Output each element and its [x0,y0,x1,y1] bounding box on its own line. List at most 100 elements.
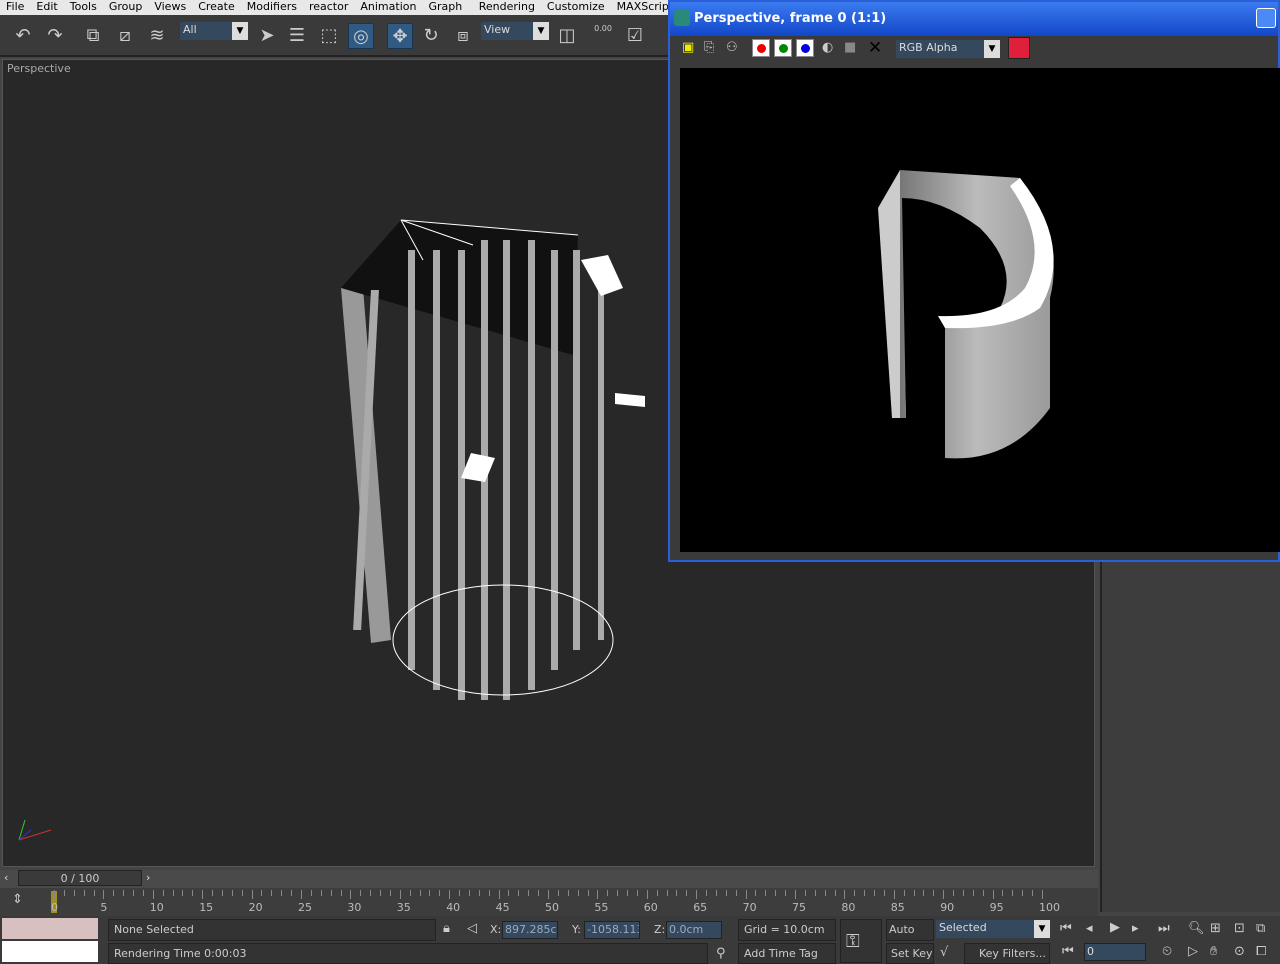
clear-icon[interactable]: ✕ [868,38,882,58]
tick-label: 50 [545,901,559,914]
menu-create[interactable]: Create [192,0,241,15]
key-filters-button[interactable]: Key Filters... [964,943,1050,964]
save-icon[interactable]: ▣ [682,40,694,55]
maximize-viewport-icon[interactable]: ⧠ [1256,944,1266,959]
region-select-icon[interactable]: ⬚ [316,23,342,49]
tick-mark [360,890,362,896]
spinner-snap-icon[interactable]: 0.00 [590,23,616,49]
monochrome-icon[interactable]: ■ [844,40,856,55]
command-panel[interactable] [1100,562,1280,912]
pan-icon[interactable]: ✋︎ [1210,944,1217,959]
tick-mark [271,890,273,896]
rotate-icon[interactable]: ↻ [418,23,444,49]
tick-mark [548,890,549,899]
tick-mark [755,890,757,896]
menu-views[interactable]: Views [148,0,192,15]
x-coordinate-field[interactable]: 897.285cm [502,921,558,939]
alpha-channel-icon[interactable]: ◐ [822,40,833,55]
tick-mark [93,890,95,896]
tick-label: 75 [792,901,806,914]
undo-icon[interactable]: ↶ [10,23,36,49]
red-channel-toggle[interactable] [752,39,770,57]
green-channel-toggle[interactable] [774,39,792,57]
zoom-icon[interactable]: 🔍︎ [1188,921,1205,936]
select-by-name-icon[interactable]: ☰ [284,23,310,49]
next-frame-icon[interactable]: ▸ [1132,921,1139,936]
menu-animation[interactable]: Animation [354,0,422,15]
tick-mark [301,890,302,899]
tick-mark [943,890,945,899]
key-tangent-icon[interactable]: √ [940,945,948,960]
key-mode-dropdown[interactable]: Selected ▼ [936,920,1050,938]
select-object-icon[interactable]: ➤ [254,23,280,49]
color-swatch[interactable] [1008,37,1030,59]
add-time-tag-button[interactable]: Add Time Tag [738,943,836,964]
menu-graph-editors[interactable]: Graph Editors [422,0,472,27]
orbit-icon[interactable]: ⊙ [1234,944,1245,959]
tick-mark [498,890,500,899]
redo-icon[interactable]: ↷ [42,23,68,49]
link-icon[interactable]: ⧉ [80,23,106,49]
clone-icon[interactable]: ⚇ [726,40,738,55]
tick-mark [795,890,796,899]
tick-mark [399,890,401,899]
menu-file[interactable]: File [0,0,30,15]
tick-mark [834,890,836,896]
play-icon[interactable]: ▶ [1110,920,1120,935]
pivot-center-icon[interactable]: ◫ [554,23,580,49]
z-coordinate-field[interactable]: 0.0cm [666,921,722,939]
menu-reactor[interactable]: reactor [303,0,354,15]
maxscript-input[interactable] [2,941,98,962]
set-key-button[interactable]: Set Key [886,943,934,964]
absolute-mode-icon[interactable]: ◁ [467,921,477,936]
tick-mark [844,890,846,899]
minimize-button[interactable] [1256,8,1276,28]
blue-channel-toggle[interactable] [796,39,814,57]
bind-space-warp-icon[interactable]: ≋ [144,23,170,49]
menu-modifiers[interactable]: Modifiers [241,0,303,15]
previous-frame-icon[interactable]: ◂ [1086,921,1093,936]
tick-mark [706,890,708,896]
menu-group[interactable]: Group [103,0,149,15]
selection-filter-dropdown[interactable]: All ▼ [180,22,248,40]
track-bar[interactable]: ⇕ 0 5 10 15 20 25 30 35 40 45 50 55 60 65 70 75 80 85 90 95… [0,888,1098,916]
reference-coordinate-dropdown[interactable]: View ▼ [481,22,549,40]
time-slider-track[interactable]: ‹ › [0,870,1098,888]
scale-icon[interactable]: ⧈ [450,23,476,49]
tick-mark [933,890,935,896]
zoom-all-icon[interactable]: ⊞ [1210,921,1221,936]
tick-label: 5 [100,901,108,914]
menu-rendering[interactable]: Rendering [473,0,541,15]
lock-icon[interactable]: 🔒︎ [443,921,450,936]
key-mode-toggle-icon[interactable]: ⏮ [1062,944,1074,959]
menu-edit[interactable]: Edit [30,0,63,15]
menu-customize[interactable]: Customize [541,0,611,15]
y-coordinate-field[interactable]: -1058.113cm [584,921,640,939]
menu-tools[interactable]: Tools [64,0,103,15]
tick-mark [380,890,382,896]
curve-editor-icon[interactable]: ⇕ [12,892,23,907]
tick-mark [992,890,994,899]
go-to-start-icon[interactable]: ⏮ [1060,921,1072,936]
time-configuration-icon[interactable]: ⏲ [1162,944,1172,959]
field-of-view-icon[interactable]: ▷ [1188,944,1198,959]
auto-key-button[interactable]: Auto Key [886,919,934,956]
key-icon[interactable]: ⚿ [840,919,882,963]
go-to-end-icon[interactable]: ⏭ [1158,921,1170,936]
zoom-extents-all-icon[interactable]: ⧉ [1256,921,1265,936]
chevron-left-icon[interactable]: ‹ [4,871,8,884]
tick-mark [192,890,194,896]
time-tag-icon[interactable]: ⚲ [716,946,726,961]
chevron-right-icon[interactable]: › [146,871,150,884]
channel-dropdown[interactable]: RGB Alpha ▼ [896,40,1000,58]
zoom-extents-icon[interactable]: ⊡ [1234,921,1245,936]
tick-mark [419,890,421,896]
unlink-icon[interactable]: ⧄ [112,23,138,49]
current-frame-field[interactable]: 0 [1084,943,1146,961]
named-selection-icon[interactable]: ☑ [622,23,648,49]
window-crossing-icon[interactable]: ◎ [348,23,374,49]
maxscript-listener[interactable] [2,918,98,939]
time-slider[interactable]: 0 / 100 [18,870,142,886]
move-icon[interactable]: ✥ [387,23,413,49]
copy-icon[interactable]: ⎘ [704,40,714,55]
